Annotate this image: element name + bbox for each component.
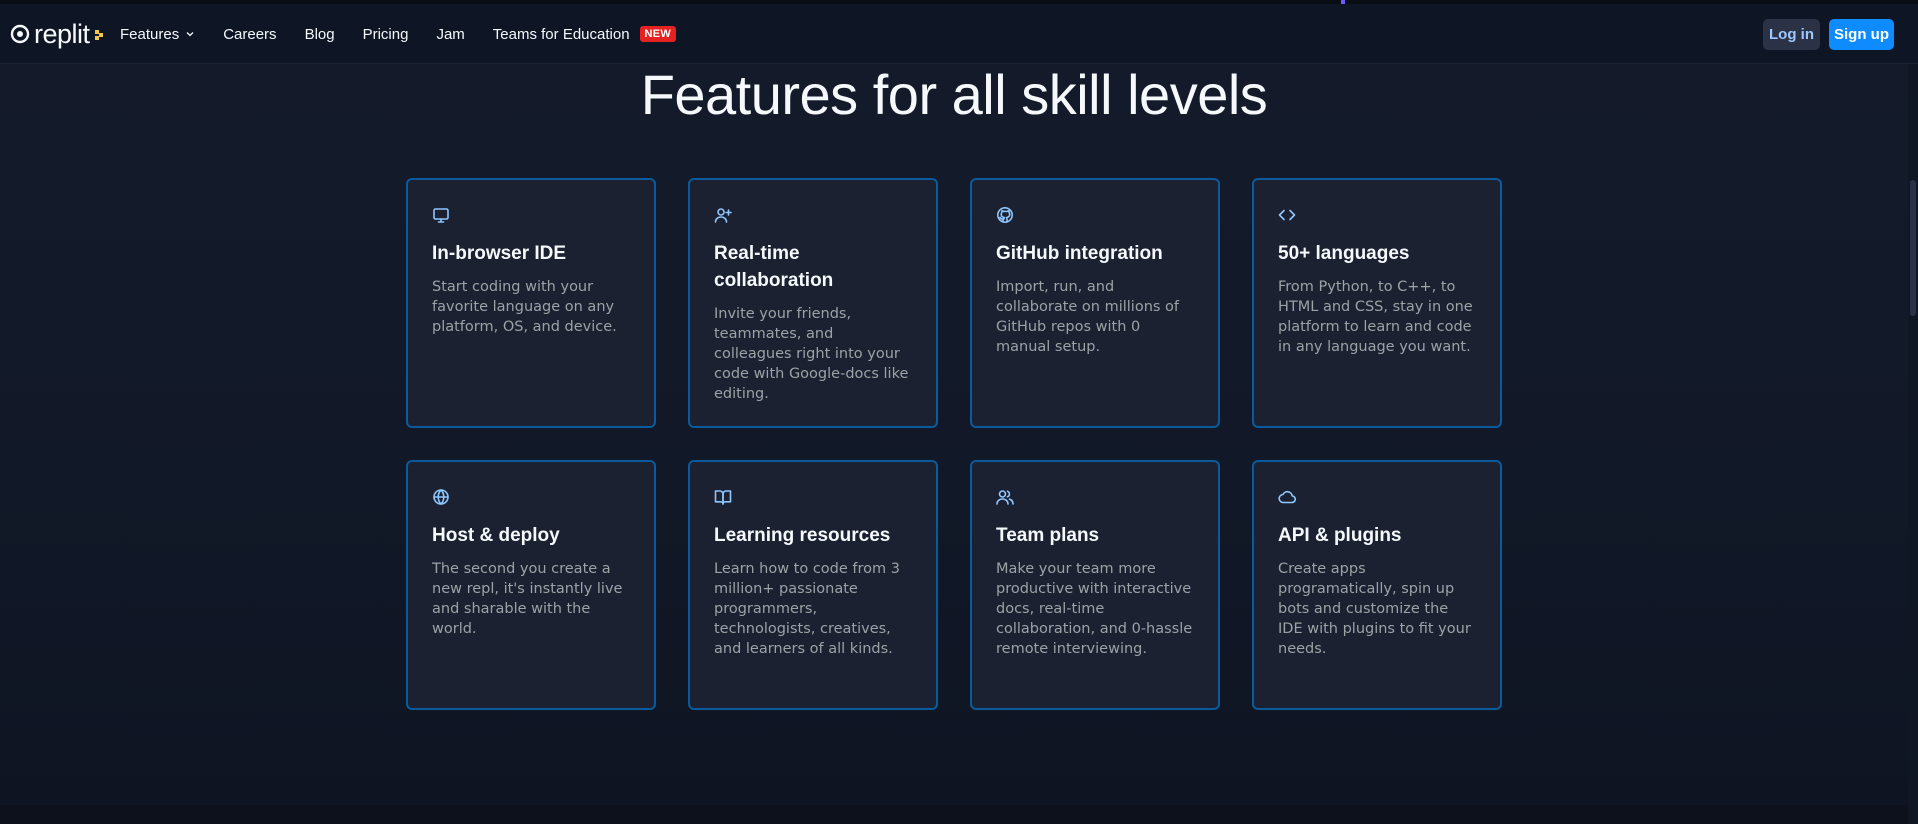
nav-item-label: Features — [120, 25, 180, 43]
feature-description: The second you create a new repl, it's i… — [432, 561, 623, 637]
nav-item-teams-for-education[interactable]: Teams for Education NEW — [492, 25, 677, 43]
feature-card-real-time-collaboration: Real-time collaboration Invite your frie… — [688, 178, 938, 428]
book-open-icon — [714, 488, 732, 506]
cloud-icon — [1278, 488, 1297, 506]
nav-item-pricing[interactable]: Pricing — [363, 26, 409, 43]
nav-item-label: Blog — [304, 25, 335, 43]
nav-item-careers[interactable]: Careers — [223, 26, 276, 43]
feature-title: 50+ languages — [1278, 243, 1410, 264]
monitor-icon — [432, 206, 450, 224]
feature-card-api-plugins: API & plugins Create apps programaticall… — [1252, 460, 1502, 710]
page-scrollbar[interactable] — [1908, 64, 1918, 824]
scrollbar-thumb[interactable] — [1910, 180, 1916, 316]
feature-title: Team plans — [996, 525, 1100, 546]
nav-item-label: Careers — [223, 25, 277, 43]
nav-item-jam[interactable]: Jam — [436, 26, 464, 43]
user-plus-icon — [714, 206, 732, 224]
section-title: Features for all skill levels — [640, 63, 1268, 126]
feature-description: Import, run, and collaborate on millions… — [996, 279, 1180, 355]
feature-title: Learning resources — [714, 525, 891, 546]
feature-title: Real-time collaboration — [714, 243, 834, 291]
feature-title: GitHub integration — [996, 243, 1163, 264]
code-icon — [1278, 206, 1296, 224]
nav-item-features[interactable]: Features — [120, 26, 195, 43]
chevron-down-icon — [186, 32, 194, 37]
globe-icon — [432, 488, 450, 506]
feature-description: Invite your friends, teammates, and coll… — [714, 306, 909, 402]
users-icon — [996, 488, 1014, 506]
signup-button[interactable]: Sign up — [1829, 19, 1894, 50]
feature-title: Host & deploy — [432, 525, 560, 546]
feature-description: Create apps programatically, spin up bot… — [1278, 561, 1471, 657]
feature-card-github-integration: GitHub integration Import, run, and coll… — [970, 178, 1220, 428]
feature-title: API & plugins — [1278, 525, 1402, 546]
nav-item-label: Teams for Education — [492, 25, 630, 43]
replit-logo[interactable]: replit — [10, 18, 103, 49]
feature-card-in-browser-ide: In-browser IDE Start coding with your fa… — [406, 178, 656, 428]
nav-item-blog[interactable]: Blog — [305, 26, 335, 43]
brand-name: replit — [34, 18, 90, 49]
feature-card-languages: 50+ languages From Python, to C++, to HT… — [1252, 178, 1502, 428]
feature-title: In-browser IDE — [432, 243, 567, 264]
logo-dots-icon — [94, 27, 103, 41]
feature-card-team-plans: Team plans Make your team more productiv… — [970, 460, 1220, 710]
feature-description: Make your team more productive with inte… — [996, 561, 1193, 657]
feature-card-host-deploy: Host & deploy The second you create a ne… — [406, 460, 656, 710]
login-button[interactable]: Log in — [1763, 19, 1820, 50]
replit-logo-icon — [10, 24, 30, 44]
feature-description: Start coding with your favorite language… — [432, 279, 617, 335]
nav-item-label: Pricing — [362, 25, 409, 43]
feature-description: Learn how to code from 3 million+ passio… — [714, 561, 900, 657]
github-icon — [996, 206, 1014, 224]
feature-description: From Python, to C++, to HTML and CSS, st… — [1278, 279, 1473, 355]
feature-card-learning-resources: Learning resources Learn how to code fro… — [688, 460, 938, 710]
main-nav: Features Careers Blog Pricing Jam Teams … — [120, 4, 704, 64]
top-navbar: replit Features Careers Blog Pricing Jam… — [0, 4, 1918, 64]
nav-item-label: Jam — [436, 25, 465, 43]
new-badge: NEW — [639, 26, 677, 42]
section-divider — [0, 805, 1908, 824]
